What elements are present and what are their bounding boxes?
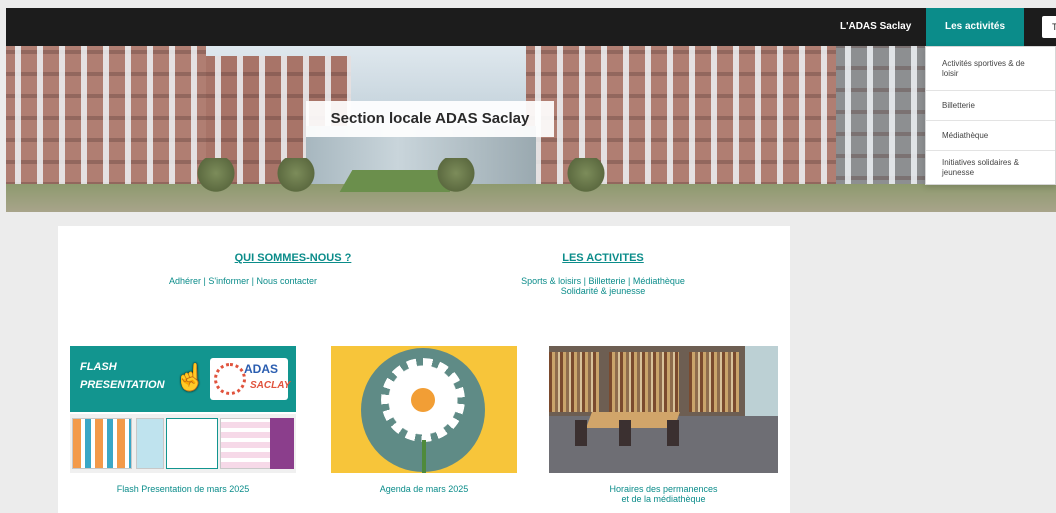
bookshelf — [609, 352, 679, 412]
library-table — [586, 412, 680, 428]
flash-title-line1: FLASH — [80, 361, 117, 373]
adas-logo-ring — [214, 363, 246, 395]
hero-tree — [566, 158, 606, 196]
card-agenda[interactable] — [331, 346, 517, 473]
heading-qui-sommes-nous[interactable]: QUI SOMMES-NOUS ? — [168, 252, 418, 264]
caption-agenda[interactable]: Agenda de mars 2025 — [331, 484, 517, 494]
thumbnail — [136, 418, 164, 469]
heading-les-activites[interactable]: LES ACTIVITES — [518, 252, 688, 264]
flash-band: FLASH PRESENTATION ☝ ADAS SACLAY — [70, 346, 296, 412]
thumbnail — [72, 418, 132, 469]
flash-title: FLASH PRESENTATION — [80, 358, 165, 394]
library-chair — [619, 420, 631, 446]
nav-item-adas-saclay[interactable]: L'ADAS Saclay — [840, 8, 911, 46]
hero-tree — [436, 158, 476, 196]
hero-tree — [196, 158, 236, 196]
hand-pointer-icon: ☝ — [174, 362, 207, 392]
nav-item-les-activites[interactable]: Les activités — [926, 8, 1024, 46]
hero-title: Section locale ADAS Saclay — [306, 101, 554, 137]
activities-links-line2[interactable]: Solidarité & jeunesse — [488, 286, 718, 296]
hero-building-left — [6, 46, 206, 196]
flash-title-line2: PRESENTATION — [80, 379, 165, 391]
bookshelf — [689, 352, 739, 412]
top-nav-bar: L'ADAS Saclay Les activités T — [6, 8, 1056, 46]
bookshelf — [549, 352, 599, 412]
caption-flash-presentation[interactable]: Flash Presentation de mars 2025 — [70, 484, 296, 494]
hero-banner: Section locale ADAS Saclay — [6, 46, 1056, 212]
presentation-thumbnails — [70, 414, 296, 473]
card-mediatheque[interactable] — [549, 346, 778, 473]
who-links[interactable]: Adhérer | S'informer | Nous contacter — [118, 276, 368, 286]
activities-dropdown: Activités sportives & de loisir Billette… — [925, 46, 1056, 185]
saclay-logo-text: SACLAY — [250, 380, 291, 391]
caption-horaires[interactable]: Horaires des permanences et de la médiat… — [549, 484, 778, 504]
thumbnail — [166, 418, 218, 469]
library-chair — [667, 420, 679, 446]
dropdown-item-billetterie[interactable]: Billetterie — [926, 91, 1055, 121]
library-chair — [575, 420, 587, 446]
adas-logo-text: ADAS — [244, 362, 279, 376]
activities-links-line1[interactable]: Sports & loisirs | Billetterie | Médiath… — [488, 276, 718, 286]
library-window — [745, 346, 778, 416]
nav-item-partial[interactable]: T — [1042, 16, 1056, 38]
adas-logo: ADAS SACLAY — [210, 358, 291, 400]
caption-horaires-line2[interactable]: et de la médiathèque — [549, 494, 778, 504]
hero-ground — [6, 184, 1056, 212]
caption-horaires-line1[interactable]: Horaires des permanences — [549, 484, 778, 494]
daisy-stem — [422, 440, 426, 473]
hero-tree — [276, 158, 316, 196]
activities-links[interactable]: Sports & loisirs | Billetterie | Médiath… — [488, 276, 718, 296]
daisy-face-icon — [411, 388, 435, 412]
main-content: QUI SOMMES-NOUS ? Adhérer | S'informer |… — [58, 226, 790, 513]
card-flash-presentation[interactable]: FLASH PRESENTATION ☝ ADAS SACLAY — [70, 346, 296, 473]
dropdown-item-solidarity[interactable]: Initiatives solidaires & jeunesse — [926, 151, 1055, 185]
dropdown-item-mediatheque[interactable]: Médiathèque — [926, 121, 1055, 151]
thumbnail-accent — [270, 418, 294, 469]
dropdown-item-sports[interactable]: Activités sportives & de loisir — [926, 47, 1055, 91]
